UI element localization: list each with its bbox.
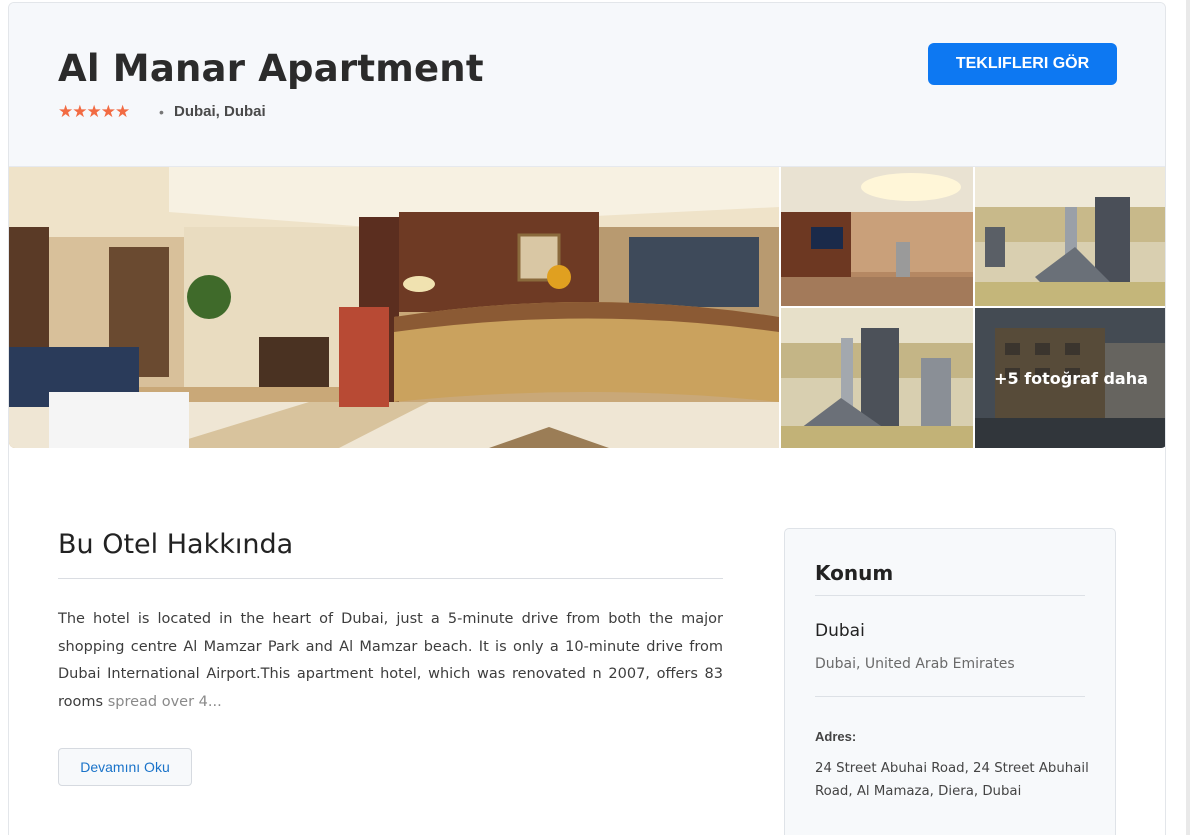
lobby-reception-photo[interactable] bbox=[9, 167, 779, 448]
about-description: The hotel is located in the heart of Dub… bbox=[58, 606, 723, 716]
read-more-button[interactable]: Devamını Oku bbox=[58, 748, 192, 786]
hotel-location: Dubai, Dubai bbox=[174, 103, 266, 120]
gym-photo-2[interactable] bbox=[781, 308, 973, 448]
star-rating: ★★★★★ bbox=[58, 102, 130, 122]
exterior-photo[interactable]: +5 fotoğraf daha bbox=[975, 308, 1165, 448]
location-card: Konum Dubai Dubai, United Arab Emirates … bbox=[784, 528, 1116, 835]
location-city: Dubai bbox=[815, 621, 865, 641]
location-country: Dubai, United Arab Emirates bbox=[815, 656, 1015, 672]
gym-photo-1[interactable] bbox=[975, 167, 1165, 306]
address-text: 24 Street Abuhai Road, 24 Street Abuhail… bbox=[815, 761, 1089, 799]
location-divider-2 bbox=[815, 696, 1085, 697]
about-section-title: Bu Otel Hakkında bbox=[58, 529, 294, 560]
about-divider bbox=[58, 578, 723, 579]
separator-dot-icon: • bbox=[159, 104, 164, 120]
about-text-fade: spread over 4... bbox=[107, 693, 222, 710]
lounge-tv-photo[interactable] bbox=[781, 167, 973, 306]
hotel-card: Al Manar Apartment ★★★★★ • Dubai, Dubai … bbox=[8, 2, 1166, 835]
location-card-title: Konum bbox=[815, 561, 894, 585]
page-scrollbar[interactable] bbox=[1186, 0, 1190, 835]
address-label: Adres: bbox=[815, 729, 857, 744]
more-photos-overlay[interactable]: +5 fotoğraf daha bbox=[975, 308, 1165, 448]
view-offers-button[interactable]: TEKLIFLERI GÖR bbox=[928, 43, 1117, 85]
hotel-title: Al Manar Apartment bbox=[58, 47, 484, 90]
photo-gallery: +5 fotoğraf daha bbox=[9, 167, 1165, 448]
location-divider-1 bbox=[815, 595, 1085, 596]
hotel-header: Al Manar Apartment ★★★★★ • Dubai, Dubai … bbox=[9, 3, 1165, 167]
